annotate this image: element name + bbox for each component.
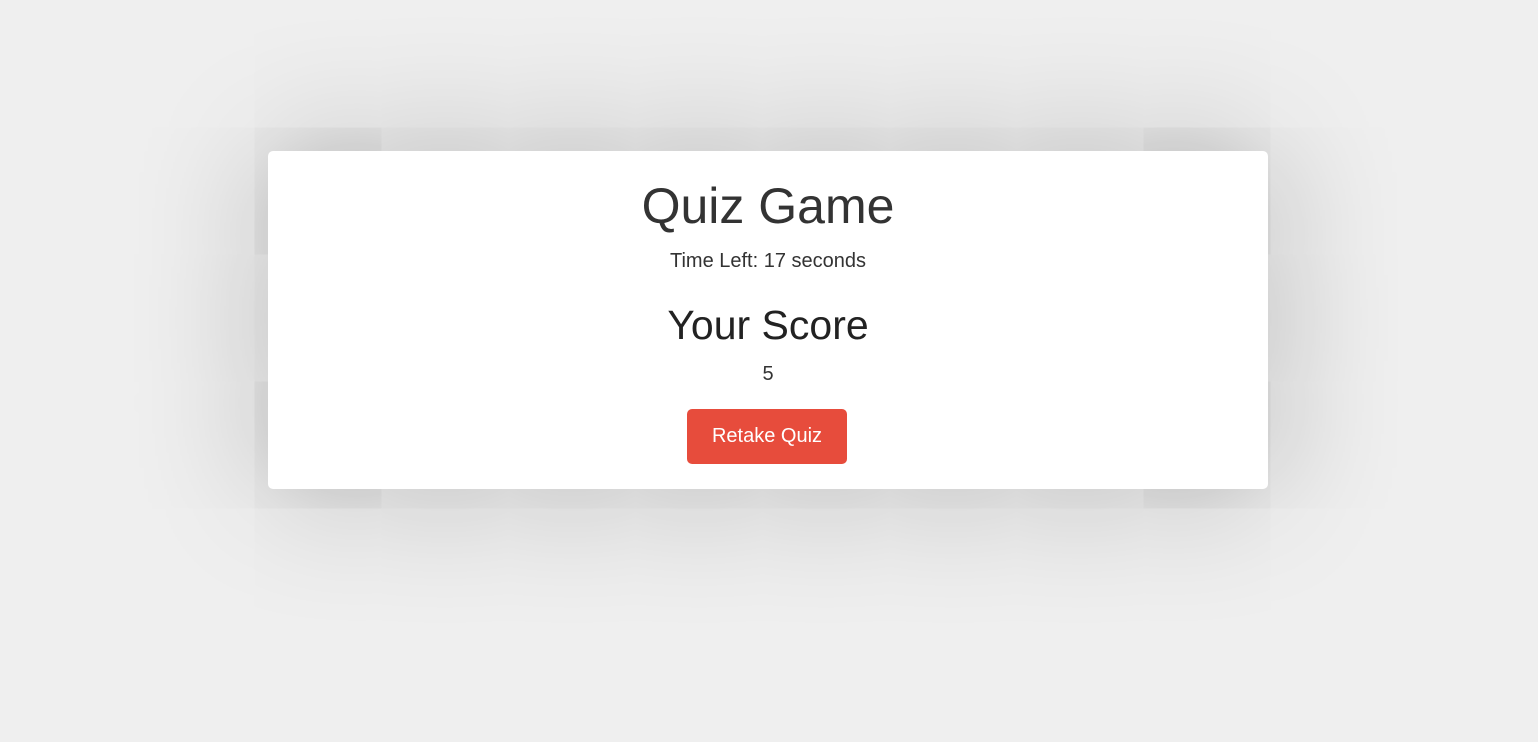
score-heading: Your Score — [667, 302, 869, 348]
score-value: 5 — [762, 363, 774, 385]
timer-text: Time Left: 17 seconds — [669, 250, 867, 272]
retake-quiz-button[interactable]: Retake Quiz — [687, 409, 847, 464]
quiz-page: Quiz Game Time Left: 17 seconds Your Sco… — [0, 0, 1538, 742]
quiz-card: Quiz Game Time Left: 17 seconds Your Sco… — [268, 151, 1268, 489]
page-title: Quiz Game — [641, 178, 895, 234]
